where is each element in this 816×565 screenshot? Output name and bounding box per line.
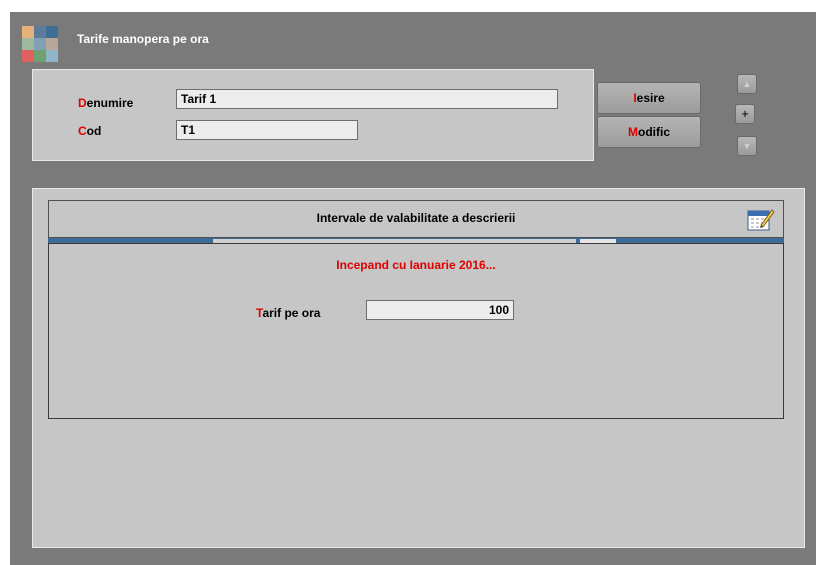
identification-panel: Denumire Tarif 1 Cod T1	[32, 69, 594, 161]
validity-panel: Intervale de valabilitate a descrierii I…	[32, 188, 805, 548]
validity-content: Incepand cu Ianuarie 2016... Tarif pe or…	[48, 243, 784, 419]
denumire-label: Denumire	[78, 96, 134, 110]
denumire-field[interactable]: Tarif 1	[176, 89, 558, 109]
modific-button[interactable]: Modific	[597, 116, 701, 148]
cod-label: Cod	[78, 124, 102, 138]
cod-field[interactable]: T1	[176, 120, 358, 140]
validity-header-title: Intervale de valabilitate a descrierii	[316, 211, 516, 225]
calendar-edit-icon[interactable]	[747, 206, 775, 232]
scroll-up-icon[interactable]: ▲	[737, 74, 757, 94]
period-text: Incepand cu Ianuarie 2016...	[336, 258, 496, 272]
validity-header: Intervale de valabilitate a descrierii	[48, 200, 784, 238]
window-title: Tarife manopera pe ora	[77, 32, 209, 46]
tarif-label: Tarif pe ora	[256, 306, 321, 320]
iesire-button[interactable]: Iesire	[597, 82, 701, 114]
tarif-field[interactable]: 100	[366, 300, 514, 320]
scroll-down-icon[interactable]: ▼	[737, 136, 757, 156]
add-button[interactable]: +	[735, 104, 755, 124]
app-grid-icon	[22, 26, 58, 62]
